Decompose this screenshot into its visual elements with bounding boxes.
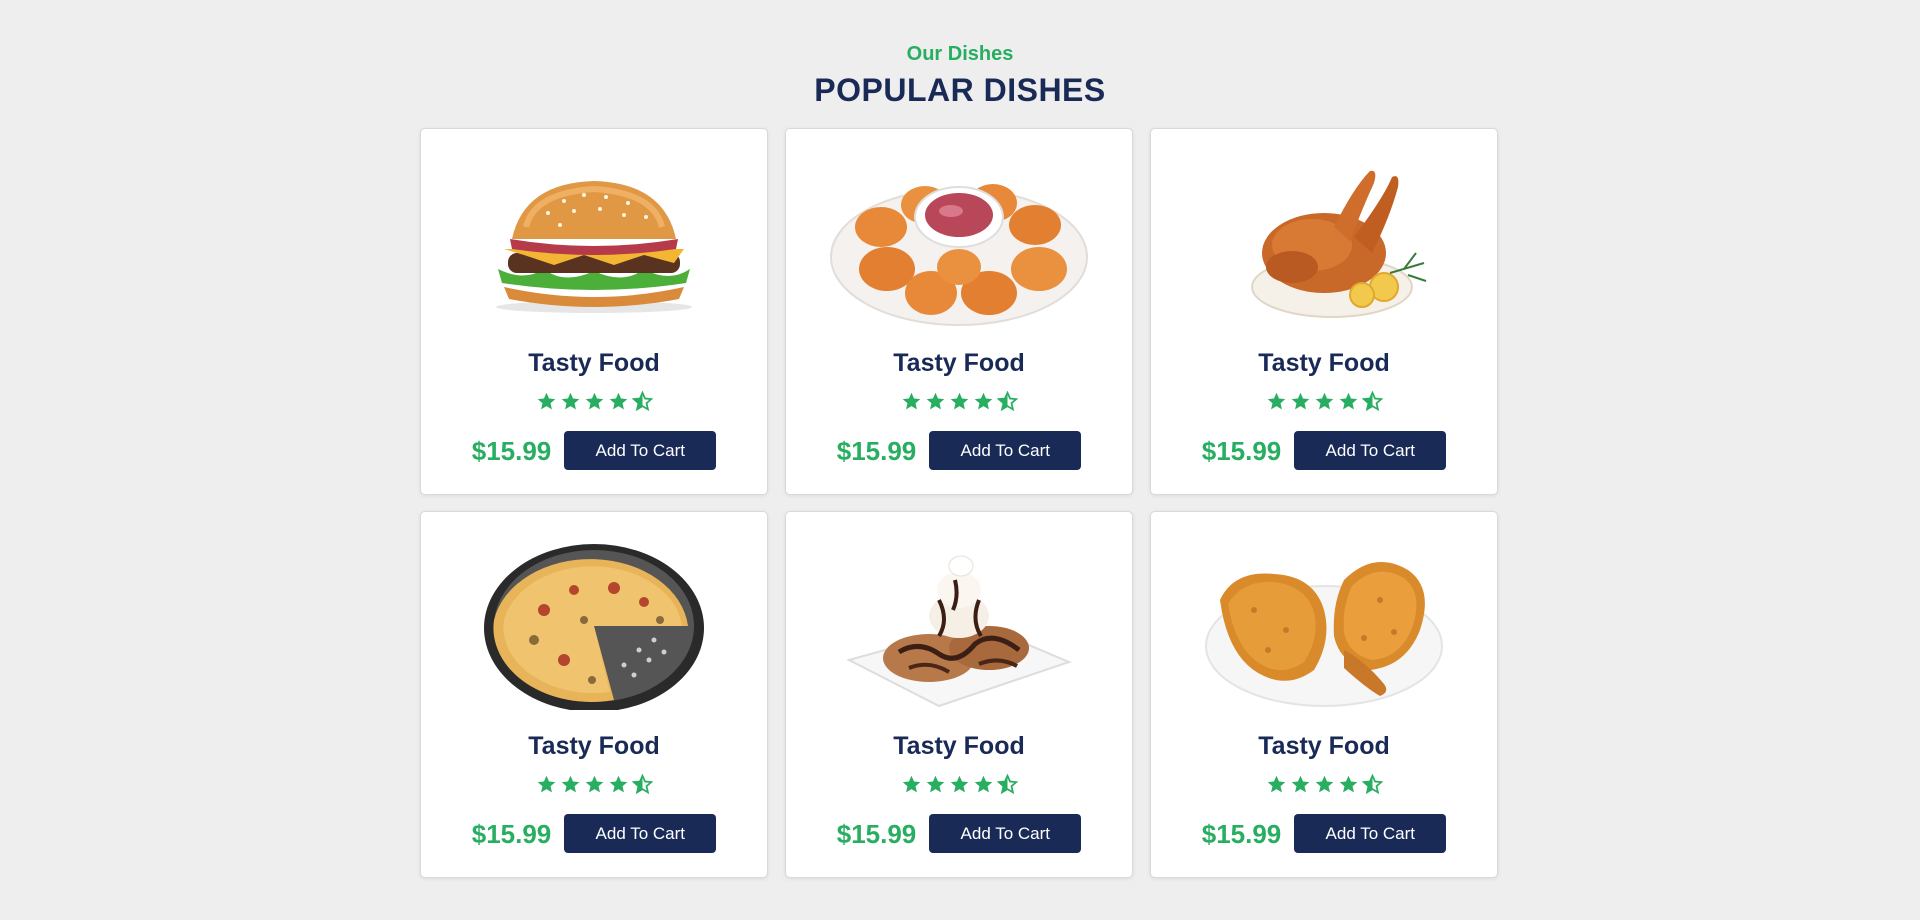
half-star-icon [1361,774,1383,795]
half-star-icon [1361,391,1383,412]
star-icon [1315,775,1333,793]
star-icon [561,392,579,410]
star-rating [421,774,767,795]
dish-name: Tasty Food [893,349,1025,377]
price-row: $15.99 Add To Cart [786,814,1132,853]
dish-card: Tasty Food $15.99 Add To Cart [785,511,1133,878]
dish-card: Tasty Food $15.99 Add To Cart [785,128,1133,495]
dishes-grid: Tasty Food $15.99 Add To Cart Tasty Food… [420,128,1500,878]
star-icon [974,392,992,410]
half-star-icon [996,391,1018,412]
roast-chicken-image [1251,170,1427,318]
star-icon [974,775,992,793]
star-icon [950,775,968,793]
star-icon [1315,392,1333,410]
star-icon [926,392,944,410]
dish-name: Tasty Food [1258,349,1390,377]
half-star-icon [631,391,653,412]
half-star-icon [631,774,653,795]
dish-price: $15.99 [836,818,917,849]
price-row: $15.99 Add To Cart [1151,814,1497,853]
star-rating [1151,774,1497,795]
star-icon [585,775,603,793]
star-icon [1291,392,1309,410]
add-to-cart-button[interactable]: Add To Cart [564,814,717,853]
price-row: $15.99 Add To Cart [1151,431,1497,470]
star-rating [421,391,767,412]
star-icon [926,775,944,793]
star-icon [537,392,555,410]
star-icon [1267,392,1285,410]
dish-name: Tasty Food [893,732,1025,760]
star-icon [1291,775,1309,793]
add-to-cart-button[interactable]: Add To Cart [1294,814,1447,853]
burger-image [496,181,692,313]
dish-card: Tasty Food $15.99 Add To Cart [1150,128,1498,495]
dish-price: $15.99 [1201,435,1282,466]
dish-card: Tasty Food $15.99 Add To Cart [420,128,768,495]
dish-card: Tasty Food $15.99 Add To Cart [420,511,768,878]
star-icon [902,775,920,793]
dish-price: $15.99 [1201,818,1282,849]
pizza-image [484,544,704,710]
add-to-cart-button[interactable]: Add To Cart [564,431,717,470]
fried-chicken-image [1205,562,1443,707]
star-icon [1267,775,1285,793]
half-star-icon [996,774,1018,795]
star-rating [1151,391,1497,412]
add-to-cart-button[interactable]: Add To Cart [1294,431,1447,470]
star-icon [902,392,920,410]
section-title: POPULAR DISHES [814,72,1106,108]
dish-price: $15.99 [471,435,552,466]
add-to-cart-button[interactable]: Add To Cart [929,814,1082,853]
dish-name: Tasty Food [528,732,660,760]
chicken-nuggets-image [830,184,1088,326]
price-row: $15.99 Add To Cart [786,431,1132,470]
price-row: $15.99 Add To Cart [421,431,767,470]
chocolate-dessert-image [846,555,1072,708]
star-rating [786,774,1132,795]
star-icon [609,775,627,793]
star-icon [561,775,579,793]
section-heading: Our Dishes POPULAR DISHES [0,40,1920,110]
dish-price: $15.99 [471,818,552,849]
star-rating [786,391,1132,412]
section-subtitle: Our Dishes [906,43,1014,65]
star-icon [1339,392,1357,410]
star-icon [585,392,603,410]
dish-name: Tasty Food [1258,732,1390,760]
dish-card: Tasty Food $15.99 Add To Cart [1150,511,1498,878]
star-icon [537,775,555,793]
star-icon [1339,775,1357,793]
price-row: $15.99 Add To Cart [421,814,767,853]
dish-name: Tasty Food [528,349,660,377]
dish-price: $15.99 [836,435,917,466]
add-to-cart-button[interactable]: Add To Cart [929,431,1082,470]
star-icon [609,392,627,410]
star-icon [950,392,968,410]
